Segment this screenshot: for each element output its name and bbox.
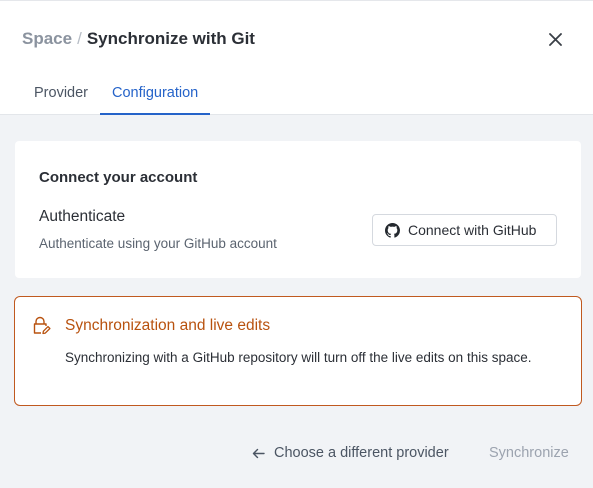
warning-title: Synchronization and live edits <box>65 317 271 334</box>
connect-github-button[interactable]: Connect with GitHub <box>372 214 557 246</box>
authenticate-title: Authenticate <box>39 208 126 225</box>
card-heading: Connect your account <box>39 169 198 186</box>
connect-github-label: Connect with GitHub <box>408 222 537 238</box>
authenticate-description: Authenticate using your GitHub account <box>39 236 277 251</box>
warning-text: Synchronizing with a GitHub repository w… <box>65 350 532 365</box>
dialog-header: Space / Synchronize with Git Provider Co… <box>0 1 593 115</box>
breadcrumb: Space / Synchronize with Git <box>22 29 255 49</box>
close-button[interactable] <box>545 29 565 49</box>
sync-git-dialog: Space / Synchronize with Git Provider Co… <box>0 0 593 488</box>
connect-account-card: Connect your account Authenticate Authen… <box>15 141 581 278</box>
breadcrumb-space[interactable]: Space <box>22 29 72 49</box>
close-icon <box>548 32 562 46</box>
tab-provider[interactable]: Provider <box>22 85 100 115</box>
page-title: Synchronize with Git <box>86 29 255 48</box>
github-icon <box>385 222 400 238</box>
dialog-body: Connect your account Authenticate Authen… <box>0 115 593 488</box>
lock-edit-icon <box>33 316 51 335</box>
breadcrumb-separator: / <box>77 29 82 48</box>
choose-different-provider-button[interactable]: Choose a different provider <box>252 445 449 461</box>
tab-bar: Provider Configuration <box>22 85 211 115</box>
tab-configuration[interactable]: Configuration <box>100 85 211 115</box>
arrow-left-icon <box>252 448 265 458</box>
synchronize-button[interactable]: Synchronize <box>489 445 569 461</box>
live-edits-warning: Synchronization and live edits Synchroni… <box>14 296 582 406</box>
choose-different-provider-label: Choose a different provider <box>274 445 449 461</box>
